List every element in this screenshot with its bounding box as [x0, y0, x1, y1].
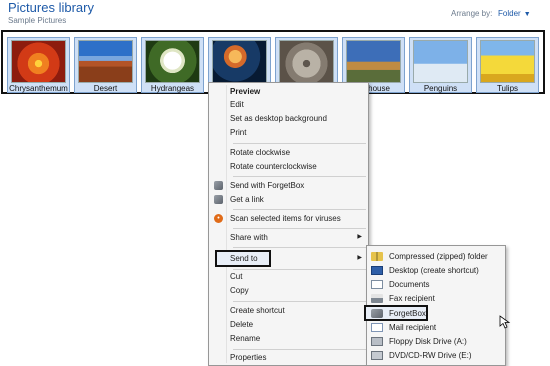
library-subtitle: Sample Pictures — [8, 16, 67, 25]
send-to-floppy-drive[interactable]: Floppy Disk Drive (A:) — [367, 335, 505, 348]
desert-image — [78, 40, 133, 83]
menu-item-label: Compressed (zipped) folder — [389, 252, 488, 261]
thumbnail-desert[interactable]: Desert — [74, 37, 137, 93]
tulips-image — [480, 40, 535, 83]
menu-item-label: Copy — [230, 286, 249, 295]
menu-item-label: Rotate counterclockwise — [230, 162, 317, 171]
thumbnail-hydrangeas[interactable]: Hydrangeas — [141, 37, 204, 93]
menu-separator — [233, 176, 366, 177]
mail-icon — [371, 323, 383, 332]
menu-item-label: Get a link — [230, 195, 264, 204]
arrange-by-dropdown[interactable]: Folder ▼ — [498, 9, 531, 18]
menu-item-label: Set as desktop background — [230, 114, 327, 123]
menu-item-label: Send with ForgetBox — [230, 181, 305, 190]
forgetbox-icon — [214, 195, 223, 204]
menu-item-get-a-link[interactable]: Get a link — [209, 193, 368, 206]
documents-icon — [371, 280, 383, 289]
thumbnail-label: Tulips — [496, 84, 519, 93]
menu-item-cut[interactable]: Cut — [209, 270, 368, 283]
menu-item-set-desktop-background[interactable]: Set as desktop background — [209, 112, 368, 125]
send-to-compressed-folder[interactable]: Compressed (zipped) folder — [367, 250, 505, 263]
thumbnail-label: Penguins — [423, 84, 458, 93]
koala-image — [279, 40, 334, 83]
menu-item-label: Edit — [230, 100, 244, 109]
thumbnail-tulips[interactable]: Tulips — [476, 37, 539, 93]
mouse-cursor-icon — [499, 315, 511, 329]
arrange-by-value: Folder — [498, 9, 521, 18]
forgetbox-icon — [214, 181, 223, 190]
menu-item-label: Desktop (create shortcut) — [389, 266, 479, 275]
send-to-mail-recipient[interactable]: Mail recipient — [367, 321, 505, 334]
chrysanthemum-image — [11, 40, 66, 83]
menu-item-label: Cut — [230, 272, 243, 281]
menu-separator — [233, 301, 366, 302]
dvd-drive-icon — [371, 351, 383, 360]
menu-item-label: Preview — [230, 87, 261, 96]
menu-item-label: Floppy Disk Drive (A:) — [389, 337, 467, 346]
zip-folder-icon — [371, 252, 383, 261]
send-to-forgetbox[interactable]: ForgetBox — [367, 307, 505, 320]
penguins-image — [413, 40, 468, 83]
thumbnail-penguins[interactable]: Penguins — [409, 37, 472, 93]
menu-item-share-with[interactable]: Share with ▶ — [209, 231, 368, 244]
menu-separator — [233, 209, 366, 210]
send-to-documents[interactable]: Documents — [367, 278, 505, 291]
forgetbox-icon — [371, 309, 383, 318]
menu-item-label: Documents — [389, 280, 430, 289]
thumbnail-label: Hydrangeas — [150, 84, 195, 93]
menu-item-edit[interactable]: Edit — [209, 98, 368, 111]
menu-item-label: Send to — [230, 254, 258, 263]
thumbnail-label: Chrysanthemum — [9, 84, 68, 93]
hydrangeas-image — [145, 40, 200, 83]
menu-item-rename[interactable]: Rename — [209, 332, 368, 345]
menu-item-label: Scan selected items for viruses — [230, 214, 341, 223]
jellyfish-image — [212, 40, 267, 83]
floppy-drive-icon — [371, 337, 383, 346]
menu-item-label: Properties — [230, 353, 267, 362]
menu-item-label: Create shortcut — [230, 306, 285, 315]
menu-item-delete[interactable]: Delete — [209, 318, 368, 331]
send-to-dvd-drive[interactable]: DVD/CD-RW Drive (E:) — [367, 349, 505, 362]
menu-item-label: DVD/CD-RW Drive (E:) — [389, 351, 472, 360]
menu-separator — [233, 143, 366, 144]
menu-item-send-to[interactable]: Send to ▶ — [209, 252, 368, 265]
menu-item-preview[interactable]: Preview — [209, 85, 368, 98]
menu-item-rotate-counterclockwise[interactable]: Rotate counterclockwise — [209, 160, 368, 173]
menu-item-label: Rename — [230, 334, 261, 343]
menu-item-label: Share with — [230, 233, 268, 242]
menu-item-send-with-forgetbox[interactable]: Send with ForgetBox — [209, 179, 368, 192]
context-menu: Preview Edit Set as desktop background P… — [208, 82, 369, 366]
fax-icon — [371, 294, 383, 303]
library-title: Pictures library — [8, 0, 94, 15]
send-to-fax-recipient[interactable]: Fax recipient — [367, 292, 505, 305]
menu-item-label: Delete — [230, 320, 254, 329]
menu-item-copy[interactable]: Copy — [209, 284, 368, 297]
menu-separator — [233, 349, 366, 350]
lighthouse-image — [346, 40, 401, 83]
desktop-icon — [371, 266, 383, 275]
menu-item-label: Fax recipient — [389, 294, 435, 303]
menu-item-label: Print — [230, 128, 247, 137]
menu-separator — [233, 247, 366, 248]
chevron-right-icon: ▶ — [357, 234, 362, 240]
menu-item-label: ForgetBox — [389, 309, 426, 318]
send-to-submenu: Compressed (zipped) folder Desktop (crea… — [364, 245, 506, 366]
thumbnail-label: Desert — [93, 84, 118, 93]
chevron-right-icon: ▶ — [357, 255, 362, 261]
menu-item-create-shortcut[interactable]: Create shortcut — [209, 304, 368, 317]
menu-separator — [233, 228, 366, 229]
menu-item-print[interactable]: Print — [209, 126, 368, 139]
send-to-desktop[interactable]: Desktop (create shortcut) — [367, 264, 505, 277]
thumbnail-chrysanthemum[interactable]: Chrysanthemum — [7, 37, 70, 93]
menu-item-label: Mail recipient — [389, 323, 437, 332]
chevron-down-icon: ▼ — [523, 11, 531, 18]
menu-item-rotate-clockwise[interactable]: Rotate clockwise — [209, 146, 368, 159]
menu-item-properties[interactable]: Properties — [209, 351, 368, 364]
arrange-by-label: Arrange by: — [451, 9, 493, 18]
antivirus-icon: • — [214, 214, 223, 223]
menu-item-scan-viruses[interactable]: • Scan selected items for viruses — [209, 212, 368, 225]
menu-item-label: Rotate clockwise — [230, 148, 291, 157]
